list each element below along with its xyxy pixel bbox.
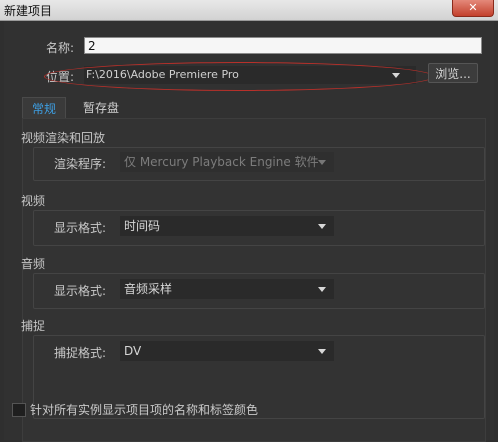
section-title-video-render: 视频渲染和回放 — [21, 131, 106, 145]
renderer-dropdown-icon — [318, 160, 326, 165]
location-select[interactable]: F:\2016\Adobe Premiere Pro — [84, 66, 416, 84]
browse-button[interactable]: 浏览... — [428, 63, 478, 83]
video-format-dropdown-icon[interactable] — [318, 224, 326, 229]
close-icon: ✕ — [468, 1, 478, 14]
section-video: 显示格式: 时间码 — [33, 210, 485, 246]
show-label-colors-label: 针对所有实例显示项目项的名称和标签颜色 — [30, 403, 259, 417]
title-bar: 新建项目 ✕ — [0, 0, 498, 21]
section-title-video: 视频 — [21, 194, 46, 208]
window-title: 新建项目 — [4, 4, 53, 18]
name-label: 名称: — [46, 41, 75, 55]
location-value: F:\2016\Adobe Premiere Pro — [86, 68, 239, 81]
tab-panel-general: 视频渲染和回放 渲染程序: 仅 Mercury Playback Engine … — [21, 118, 486, 442]
section-video-render: 渲染程序: 仅 Mercury Playback Engine 软件 — [33, 147, 485, 181]
location-dropdown-icon[interactable] — [392, 73, 400, 78]
video-display-format-value: 时间码 — [124, 219, 161, 233]
section-audio: 显示格式: 音频采样 — [33, 273, 485, 309]
location-label: 位置: — [46, 70, 75, 84]
capture-format-select[interactable]: DV — [120, 341, 334, 361]
audio-display-format-value: 音频采样 — [124, 282, 173, 296]
tab-general[interactable]: 常规 — [22, 97, 66, 119]
renderer-value: 仅 Mercury Playback Engine 软件 — [124, 155, 319, 169]
audio-format-dropdown-icon[interactable] — [318, 287, 326, 292]
audio-display-format-label: 显示格式: — [54, 284, 107, 298]
capture-format-value: DV — [124, 344, 142, 358]
name-input[interactable]: 2 — [84, 37, 482, 54]
close-button[interactable]: ✕ — [452, 0, 494, 17]
capture-format-label: 捕捉格式: — [54, 346, 107, 360]
renderer-select: 仅 Mercury Playback Engine 软件 — [120, 152, 334, 172]
video-display-format-label: 显示格式: — [54, 221, 107, 235]
tab-scratch-disks[interactable]: 暂存盘 — [70, 97, 132, 119]
capture-format-dropdown-icon[interactable] — [318, 349, 326, 354]
video-display-format-select[interactable]: 时间码 — [120, 216, 334, 236]
show-label-colors-checkbox[interactable] — [12, 403, 26, 417]
dialog-body: 名称: 2 位置: F:\2016\Adobe Premiere Pro 浏览.… — [4, 21, 494, 442]
audio-display-format-select[interactable]: 音频采样 — [120, 279, 334, 299]
section-title-capture: 捕捉 — [21, 319, 46, 333]
section-title-audio: 音频 — [21, 257, 46, 271]
renderer-label: 渲染程序: — [54, 157, 107, 171]
